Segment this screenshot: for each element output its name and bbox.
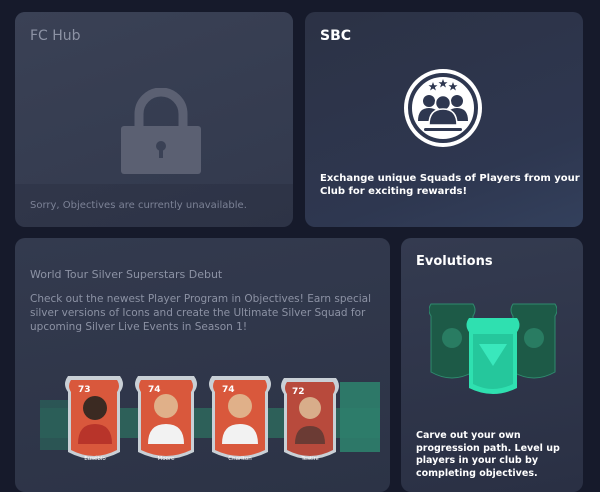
- fc-hub-unavailable-message: Sorry, Objectives are currently unavaila…: [30, 200, 247, 211]
- evolution-cards-art: [429, 303, 557, 394]
- card-rating: 72: [292, 387, 305, 397]
- card-player-name: Testini: [300, 456, 319, 462]
- world-tour-tile[interactable]: World Tour Silver Superstars Debut Check…: [15, 238, 390, 492]
- lock-icon: [121, 88, 201, 174]
- player-card: 74 Moore: [135, 376, 197, 462]
- fc-hub-title: FC Hub: [30, 28, 81, 44]
- fc-hub-tile: FC Hub Sorry, Objectives are currently u…: [15, 12, 293, 227]
- player-cards-row: 73 Eusébio 74 Moore 74 Charlton 72 Testi…: [40, 368, 380, 492]
- sbc-tile[interactable]: SBC Exchange unique Squads of Players fr…: [305, 12, 583, 227]
- player-card: 73 Eusébio: [65, 376, 123, 462]
- evolutions-tile[interactable]: Evolutions Carve out your own progressio…: [401, 238, 583, 492]
- evolution-card-right: [510, 303, 557, 379]
- player-card: 72 Testini: [281, 378, 339, 462]
- sbc-squad-badge-icon: [404, 69, 482, 147]
- world-tour-description: Check out the newest Player Program in O…: [30, 293, 372, 333]
- sbc-description: Exchange unique Squads of Players from y…: [320, 173, 580, 197]
- card-rating: 74: [148, 385, 161, 395]
- card-rating: 74: [222, 385, 235, 395]
- sbc-title: SBC: [320, 28, 352, 44]
- player-card: 74 Charlton: [209, 376, 271, 462]
- world-tour-title: World Tour Silver Superstars Debut: [30, 268, 223, 281]
- card-player-name: Moore: [158, 456, 176, 462]
- evolutions-title: Evolutions: [416, 254, 493, 269]
- card-player-name: Charlton: [228, 456, 252, 462]
- card-rating: 73: [78, 385, 91, 395]
- card-player-name: Eusébio: [84, 455, 106, 462]
- evolutions-description: Carve out your own progression path. Lev…: [416, 430, 560, 479]
- evolution-card-center: [466, 318, 520, 394]
- evolution-card-left: [429, 303, 476, 379]
